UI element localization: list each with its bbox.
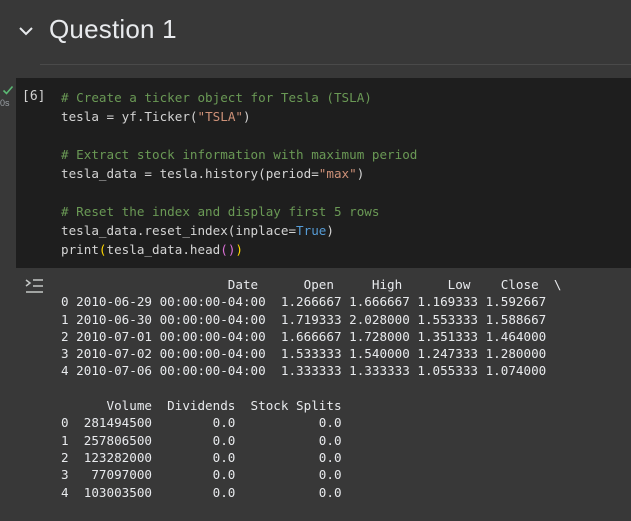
table-row: 0 2010-06-29 00:00:00-04:00 1.266667 1.6… <box>61 294 547 310</box>
code-line: tesla_data.reset_index(inplace=True) <box>61 223 334 238</box>
chevron-down-icon[interactable] <box>17 22 35 40</box>
code-line: # Reset the index and display first 5 ro… <box>61 204 380 219</box>
cell-output: Date Open High Low Close \ 0 2010-06-29 … <box>61 276 561 501</box>
table-header: Date Open High Low Close \ <box>61 277 562 292</box>
table-row: 4 103003500 0.0 0.0 <box>61 484 342 500</box>
code-line: print(tesla_data.head()) <box>61 242 244 257</box>
table-row: 3 77097000 0.0 0.0 <box>61 467 342 483</box>
code-line: tesla_data = tesla.history(period="max") <box>61 166 365 181</box>
code-editor[interactable]: # Create a ticker object for Tesla (TSLA… <box>61 88 417 259</box>
output-toggle-icon[interactable] <box>24 277 44 295</box>
code-line: # Extract stock information with maximum… <box>61 147 418 162</box>
table-row: 2 2010-07-01 00:00:00-04:00 1.666667 1.7… <box>61 328 547 344</box>
table-row: 1 257806500 0.0 0.0 <box>61 432 342 448</box>
code-line: tesla = yf.Ticker("TSLA") <box>61 109 251 124</box>
code-line: # Create a ticker object for Tesla (TSLA… <box>61 90 372 105</box>
divider <box>40 64 631 65</box>
table-header: Volume Dividends Stock Splits <box>61 398 342 414</box>
table-row: 2 123282000 0.0 0.0 <box>61 449 342 465</box>
section-title: Question 1 <box>49 14 177 44</box>
table-row: 0 281494500 0.0 0.0 <box>61 415 342 431</box>
execution-time: 0s <box>0 98 10 108</box>
table-row: 1 2010-06-30 00:00:00-04:00 1.719333 2.0… <box>61 311 547 327</box>
table-row: 3 2010-07-02 00:00:00-04:00 1.533333 1.5… <box>61 346 547 362</box>
table-row: 4 2010-07-06 00:00:00-04:00 1.333333 1.3… <box>61 363 547 379</box>
execution-count[interactable]: [6] <box>22 89 45 104</box>
check-icon <box>2 85 14 95</box>
section-header: Question 1 <box>0 0 631 66</box>
